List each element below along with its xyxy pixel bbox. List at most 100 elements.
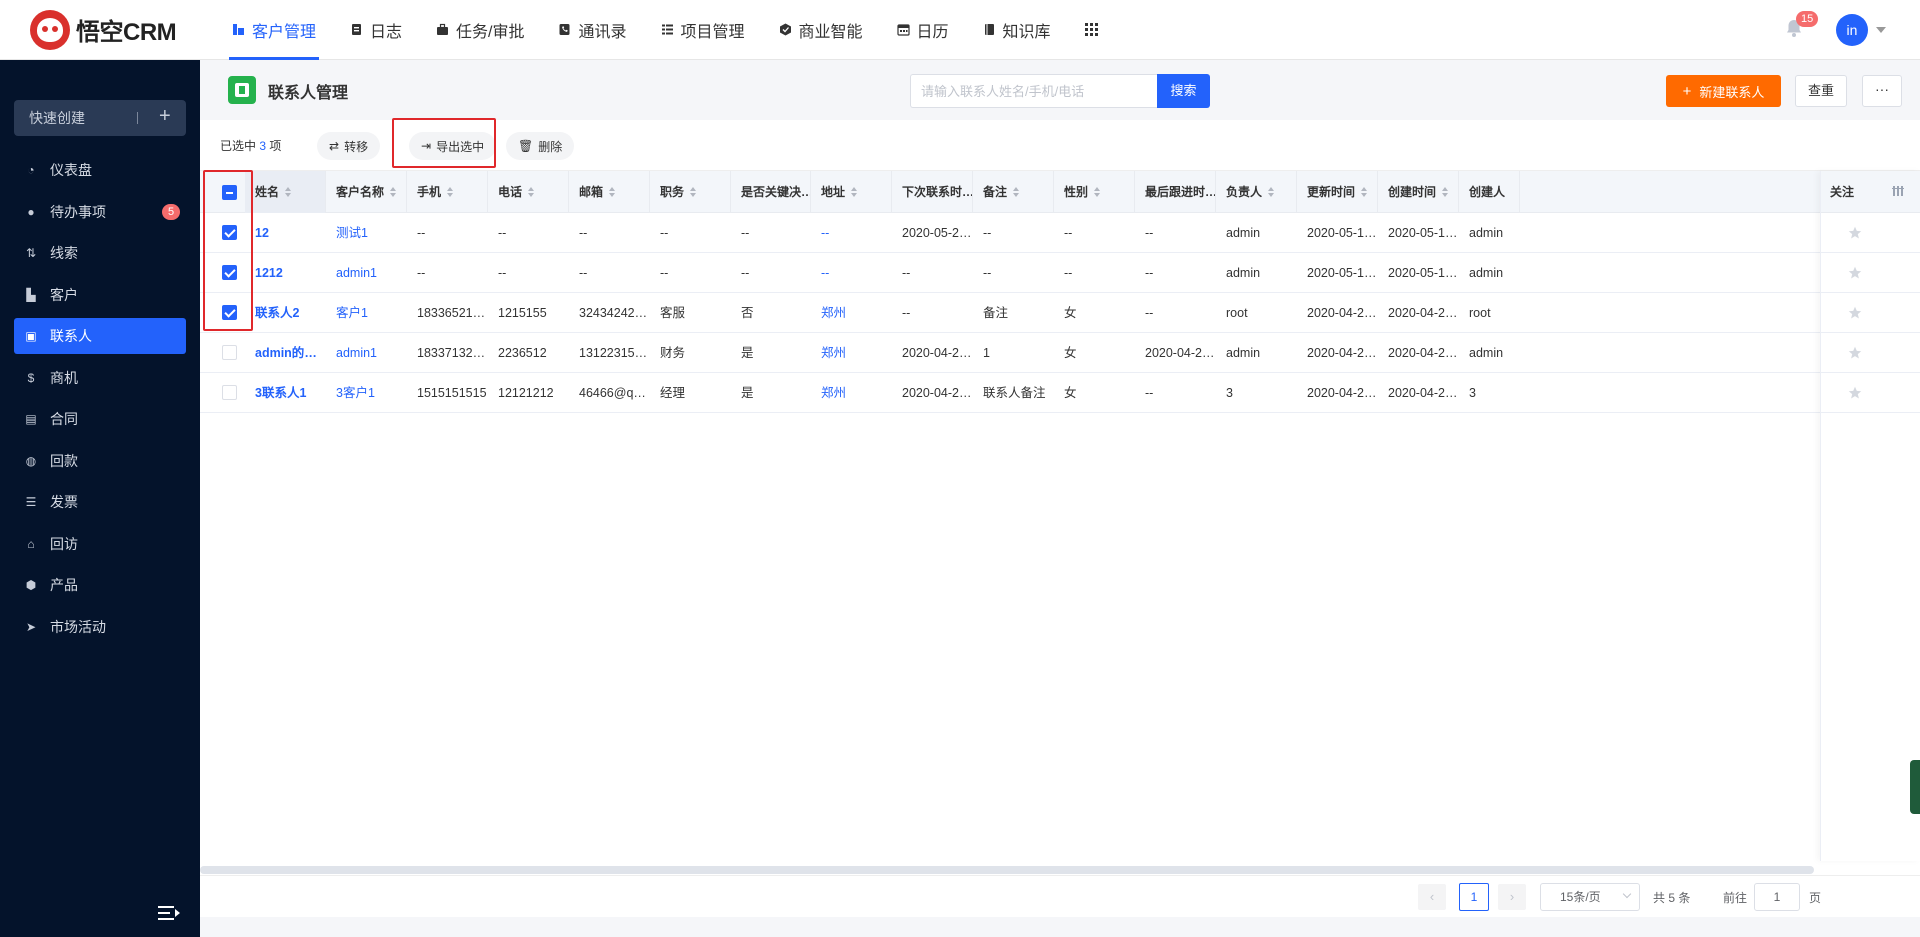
column-header[interactable]: 备注 bbox=[973, 171, 1054, 213]
search-input[interactable] bbox=[910, 74, 1157, 108]
chevron-down-icon[interactable] bbox=[1876, 27, 1886, 33]
table-row[interactable]: admin的联… admin1 183371322… 2236512 13122315…… bbox=[200, 333, 1920, 373]
transfer-button[interactable]: ⇄ 转移 bbox=[317, 132, 381, 160]
sort-icon[interactable] bbox=[528, 186, 535, 197]
column-header[interactable]: 地址 bbox=[811, 171, 892, 213]
side-drawer-handle[interactable] bbox=[1910, 760, 1920, 814]
sort-icon[interactable] bbox=[851, 186, 858, 197]
star-icon[interactable] bbox=[1848, 226, 1862, 240]
collapse-menu-icon[interactable] bbox=[158, 905, 180, 921]
contact-name-link[interactable]: admin的联… bbox=[245, 333, 326, 373]
goto-page-input[interactable] bbox=[1754, 883, 1800, 911]
table-cell: 3 bbox=[1469, 386, 1476, 400]
contact-name-link[interactable]: 3联系人1 bbox=[245, 373, 326, 413]
table-row[interactable]: 12 测试1 -- -- -- -- -- -- 2020-05-2… -- -- -- admin 20… bbox=[200, 213, 1920, 253]
nav-item-0[interactable]: 客户管理 bbox=[215, 0, 333, 60]
column-header[interactable]: 关注 bbox=[1820, 171, 1920, 213]
sidebar-item-7[interactable]: ◍ 回款 bbox=[14, 443, 186, 479]
table-row[interactable]: 3联系人1 3客户1 1515151515 12121212 46466@qq… 经理 是 郑… bbox=[200, 373, 1920, 413]
apps-grid-icon[interactable] bbox=[1068, 0, 1115, 60]
column-header[interactable]: 创建时间 bbox=[1378, 171, 1459, 213]
column-header[interactable]: 邮箱 bbox=[569, 171, 650, 213]
column-header[interactable]: 更新时间 bbox=[1297, 171, 1378, 213]
star-icon[interactable] bbox=[1848, 386, 1862, 400]
sidebar-item-0[interactable]: ◔ 仪表盘 bbox=[14, 152, 186, 188]
column-header[interactable]: 是否关键决… bbox=[731, 171, 811, 213]
pagination: ‹ 1 › 15条/页 共 5 条 前往 页 bbox=[200, 875, 1920, 917]
sidebar-item-label: 客户 bbox=[50, 286, 78, 303]
sort-icon[interactable] bbox=[390, 186, 397, 197]
customer-name-link[interactable]: 测试1 bbox=[326, 213, 407, 253]
row-checkbox[interactable] bbox=[222, 345, 237, 360]
column-header[interactable]: 性别 bbox=[1054, 171, 1135, 213]
star-icon[interactable] bbox=[1848, 306, 1862, 320]
sidebar-item-3[interactable]: ▙ 客户 bbox=[14, 277, 186, 313]
column-settings-icon[interactable] bbox=[1892, 185, 1904, 197]
sidebar-item-8[interactable]: ☰ 发票 bbox=[14, 484, 186, 520]
sidebar-item-2[interactable]: ⇅ 线索 bbox=[14, 235, 186, 271]
sidebar-item-9[interactable]: ⌂ 回访 bbox=[14, 526, 186, 562]
sidebar-item-1[interactable]: ● 待办事项 5 bbox=[14, 194, 186, 230]
contact-name-link[interactable]: 联系人2 bbox=[245, 293, 326, 333]
nav-item-7[interactable]: 知识库 bbox=[966, 0, 1068, 60]
prev-page-button[interactable]: ‹ bbox=[1418, 884, 1446, 910]
sidebar-item-label: 合同 bbox=[50, 411, 78, 427]
column-header[interactable]: 手机 bbox=[407, 171, 488, 213]
sidebar-item-6[interactable]: ▤ 合同 bbox=[14, 401, 186, 437]
customer-name-link[interactable]: admin1 bbox=[326, 253, 407, 293]
sidebar-item-11[interactable]: ➤ 市场活动 bbox=[14, 609, 186, 645]
column-header-label: 下次联系时… bbox=[902, 185, 973, 199]
quick-create-button[interactable]: 快速创建 + bbox=[14, 100, 186, 136]
page-number-current[interactable]: 1 bbox=[1459, 883, 1489, 911]
table-row[interactable]: 联系人2 客户1 183365214… 1215155 324342423… 客服 否 郑州 -… bbox=[200, 293, 1920, 333]
next-page-button[interactable]: › bbox=[1498, 884, 1526, 910]
column-header[interactable]: 创建人 bbox=[1459, 171, 1520, 213]
sidebar-item-10[interactable]: ⬢ 产品 bbox=[14, 567, 186, 603]
table-row[interactable]: 1212 admin1 -- -- -- -- -- -- -- -- -- -- admin 2020-… bbox=[200, 253, 1920, 293]
sort-icon[interactable] bbox=[1094, 186, 1101, 197]
horizontal-scrollbar[interactable] bbox=[200, 866, 1814, 874]
nav-item-1[interactable]: 日志 bbox=[333, 0, 419, 60]
dedup-button[interactable]: 查重 bbox=[1795, 75, 1847, 107]
sidebar-item-5[interactable]: $ 商机 bbox=[14, 360, 186, 396]
nav-item-4[interactable]: 项目管理 bbox=[644, 0, 762, 60]
nav-item-label: 客户管理 bbox=[252, 23, 317, 41]
star-icon[interactable] bbox=[1848, 346, 1862, 360]
search-button[interactable]: 搜索 bbox=[1157, 74, 1210, 108]
sidebar-item-4[interactable]: ▣ 联系人 bbox=[14, 318, 186, 354]
nav-item-5[interactable]: 商业智能 bbox=[762, 0, 880, 60]
sort-icon[interactable] bbox=[690, 186, 697, 197]
customer-name-link[interactable]: 客户1 bbox=[326, 293, 407, 333]
contact-name-link[interactable]: 1212 bbox=[245, 253, 326, 293]
column-header[interactable]: 负责人 bbox=[1216, 171, 1297, 213]
more-options-button[interactable]: ··· bbox=[1862, 75, 1902, 107]
delete-button[interactable]: 🗑 删除 bbox=[506, 132, 575, 160]
customer-name-link[interactable]: admin1 bbox=[326, 333, 407, 373]
logo[interactable]: 悟空CRM bbox=[0, 0, 200, 60]
avatar[interactable]: in bbox=[1836, 14, 1868, 46]
plus-icon[interactable]: + bbox=[159, 105, 171, 128]
star-icon[interactable] bbox=[1848, 266, 1862, 280]
column-header[interactable]: 电话 bbox=[488, 171, 569, 213]
sort-icon[interactable] bbox=[1361, 186, 1368, 197]
sort-icon[interactable] bbox=[1013, 186, 1020, 197]
column-header[interactable]: 下次联系时… bbox=[892, 171, 973, 213]
new-contact-button[interactable]: + 新建联系人 bbox=[1666, 75, 1781, 107]
column-header[interactable]: 职务 bbox=[650, 171, 731, 213]
nav-item-6[interactable]: 日历 bbox=[880, 0, 966, 60]
sort-icon[interactable] bbox=[1268, 186, 1275, 197]
sort-icon[interactable] bbox=[609, 186, 616, 197]
nav-item-3[interactable]: 通讯录 bbox=[541, 0, 643, 60]
nav-item-2[interactable]: 任务/审批 bbox=[419, 0, 541, 60]
sort-icon[interactable] bbox=[447, 186, 454, 197]
nav-item-label: 任务/审批 bbox=[456, 23, 525, 41]
column-header[interactable]: 最后跟进时… bbox=[1135, 171, 1216, 213]
column-header[interactable]: 姓名 bbox=[245, 171, 326, 213]
sort-icon[interactable] bbox=[285, 186, 292, 197]
column-header[interactable]: 客户名称 bbox=[326, 171, 407, 213]
row-checkbox[interactable] bbox=[222, 385, 237, 400]
page-size-select[interactable]: 15条/页 bbox=[1540, 883, 1640, 911]
customer-name-link[interactable]: 3客户1 bbox=[326, 373, 407, 413]
contact-name-link[interactable]: 12 bbox=[245, 213, 326, 253]
sort-icon[interactable] bbox=[1442, 186, 1449, 197]
